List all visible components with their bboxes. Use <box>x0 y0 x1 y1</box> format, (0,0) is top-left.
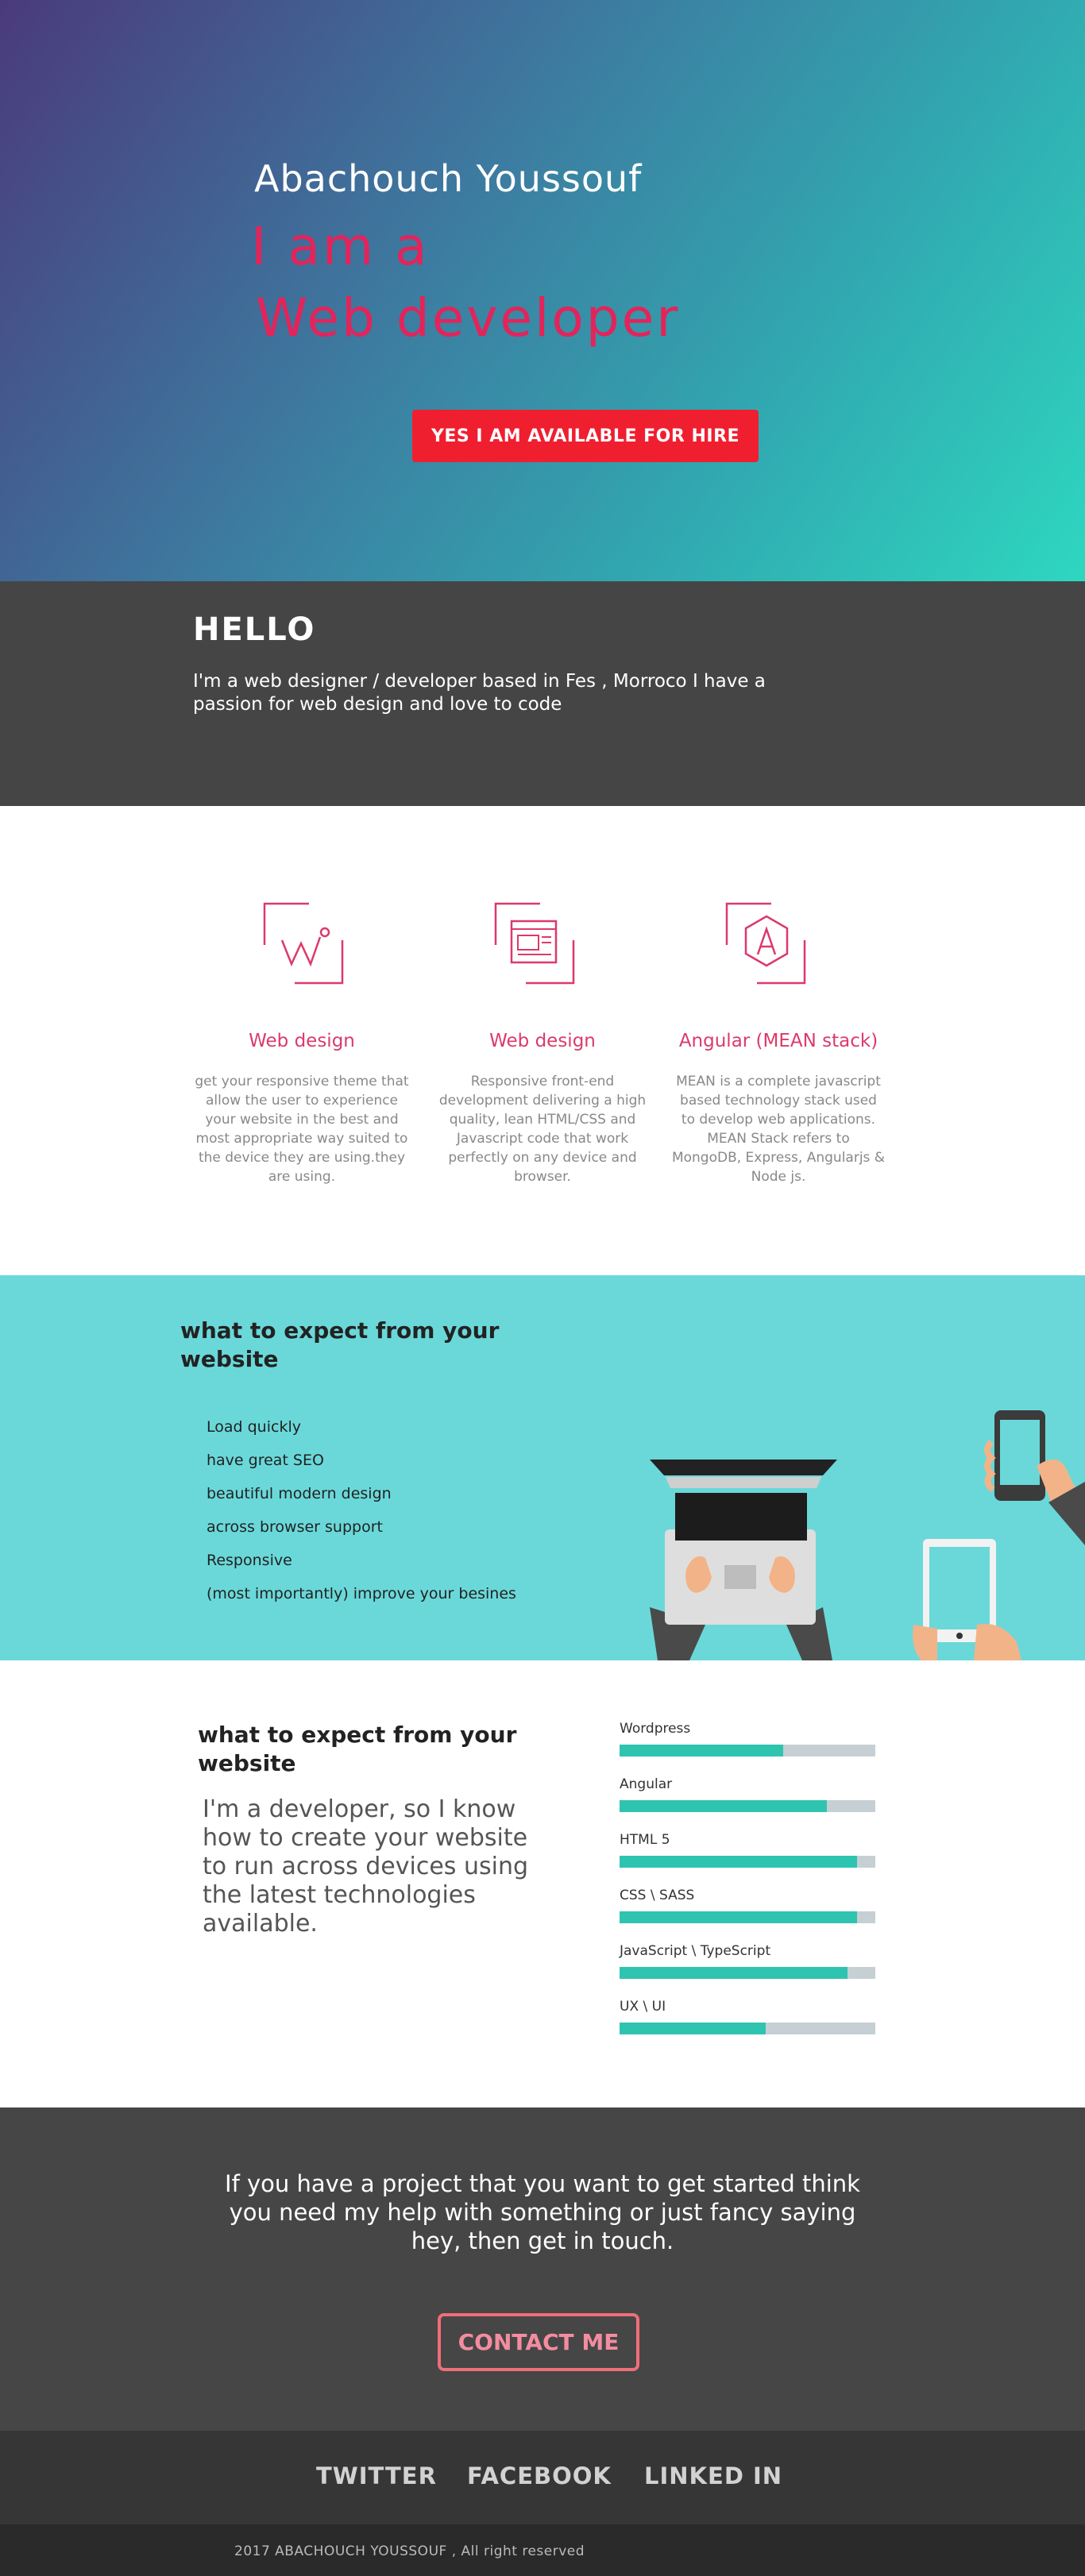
browser-window-icon <box>494 902 575 985</box>
laptop-illustration <box>650 1460 837 1660</box>
skills-title: what to expect from your website <box>198 1722 517 1776</box>
expect-list: Load quickly have great SEO beautiful mo… <box>207 1410 516 1610</box>
skill-item: Wordpress <box>620 1721 875 1776</box>
skill-label: HTML 5 <box>620 1832 670 1848</box>
list-item: across browser support <box>207 1518 383 1536</box>
service-desc: Responsive front-end development deliver… <box>438 1074 647 1185</box>
skill-label: CSS \ SASS <box>620 1888 695 1903</box>
hero-section: Abachouch Youssouf I am a Web developer … <box>0 0 1085 581</box>
linkedin-link[interactable]: LINKED IN <box>644 2462 782 2489</box>
skill-fill <box>620 1745 784 1757</box>
footer: 2017 ABACHOUCH YOUSSOUF , All right rese… <box>0 2524 1085 2576</box>
service-title: Web design <box>249 1031 355 1051</box>
service-title: Angular (MEAN stack) <box>678 1031 878 1051</box>
skill-label: Wordpress <box>620 1721 691 1737</box>
skill-label: Angular <box>620 1776 673 1792</box>
skill-item: Angular <box>620 1776 875 1832</box>
service-title: Web design <box>489 1031 596 1051</box>
skills-list: Wordpress Angular HTML 5 CSS \ SASS Java… <box>620 1721 875 2054</box>
skill-fill <box>620 1967 848 1979</box>
social-links: TWITTER FACEBOOK LINKED IN <box>0 2431 1085 2524</box>
skill-bar <box>620 1745 875 1757</box>
skills-section: what to expect from your website I'm a d… <box>0 1660 1085 2107</box>
skill-bar <box>620 1911 875 1923</box>
phone-hand-illustration <box>984 1410 1085 1545</box>
hello-section: HELLO I'm a web designer / developer bas… <box>0 581 1085 806</box>
skill-fill <box>620 1856 858 1868</box>
list-item: (most importantly) improve your besines <box>207 1585 516 1602</box>
service-desc: get your responsive theme that allow the… <box>195 1074 409 1185</box>
skill-fill <box>620 1911 858 1923</box>
web-design-w-icon <box>263 902 344 985</box>
skill-label: JavaScript \ TypeScript <box>620 1943 771 1959</box>
skill-label: UX \ UI <box>620 1999 666 2015</box>
tablet-illustration <box>913 1539 1021 1660</box>
skill-item: UX \ UI <box>620 1999 875 2054</box>
hero-role-line2: Web developer <box>256 287 681 349</box>
skill-item: HTML 5 <box>620 1832 875 1888</box>
hire-button[interactable]: YES I AM AVAILABLE FOR HIRE <box>412 410 759 462</box>
hero-name: Abachouch Youssouf <box>254 157 643 200</box>
skill-fill <box>620 1800 827 1812</box>
hello-title: HELLO <box>193 611 316 648</box>
contact-section: If you have a project that you want to g… <box>0 2107 1085 2431</box>
copyright-text: 2017 ABACHOUCH YOUSSOUF , All right rese… <box>234 2543 585 2559</box>
list-item: Responsive <box>207 1552 292 1569</box>
expect-section: what to expect from your website Load qu… <box>0 1275 1085 1660</box>
skill-bar <box>620 1967 875 1979</box>
expect-title: what to expect from your website <box>180 1317 500 1372</box>
skill-bar <box>620 2023 875 2034</box>
list-item: have great SEO <box>207 1452 324 1469</box>
skill-item: CSS \ SASS <box>620 1888 875 1943</box>
skill-bar <box>620 1856 875 1868</box>
services-section: Web design get your responsive theme tha… <box>0 806 1085 1275</box>
hello-text: I'm a web designer / developer based in … <box>193 671 766 715</box>
list-item: Load quickly <box>207 1418 301 1436</box>
skills-text: I'm a developer, so I know how to create… <box>203 1795 528 1938</box>
contact-text: If you have a project that you want to g… <box>225 2170 860 2254</box>
angular-logo-icon <box>725 902 806 985</box>
contact-button[interactable]: CONTACT ME <box>438 2313 639 2371</box>
list-item: beautiful modern design <box>207 1485 392 1502</box>
twitter-link[interactable]: TWITTER <box>316 2462 437 2489</box>
service-desc: MEAN is a complete javascript based tech… <box>671 1074 886 1185</box>
skill-fill <box>620 2023 766 2034</box>
skill-bar <box>620 1800 875 1812</box>
skill-item: JavaScript \ TypeScript <box>620 1943 875 1999</box>
hero-role-line1: I am a <box>251 216 430 277</box>
devices-illustration <box>650 1410 1085 1660</box>
facebook-link[interactable]: FACEBOOK <box>467 2462 612 2489</box>
